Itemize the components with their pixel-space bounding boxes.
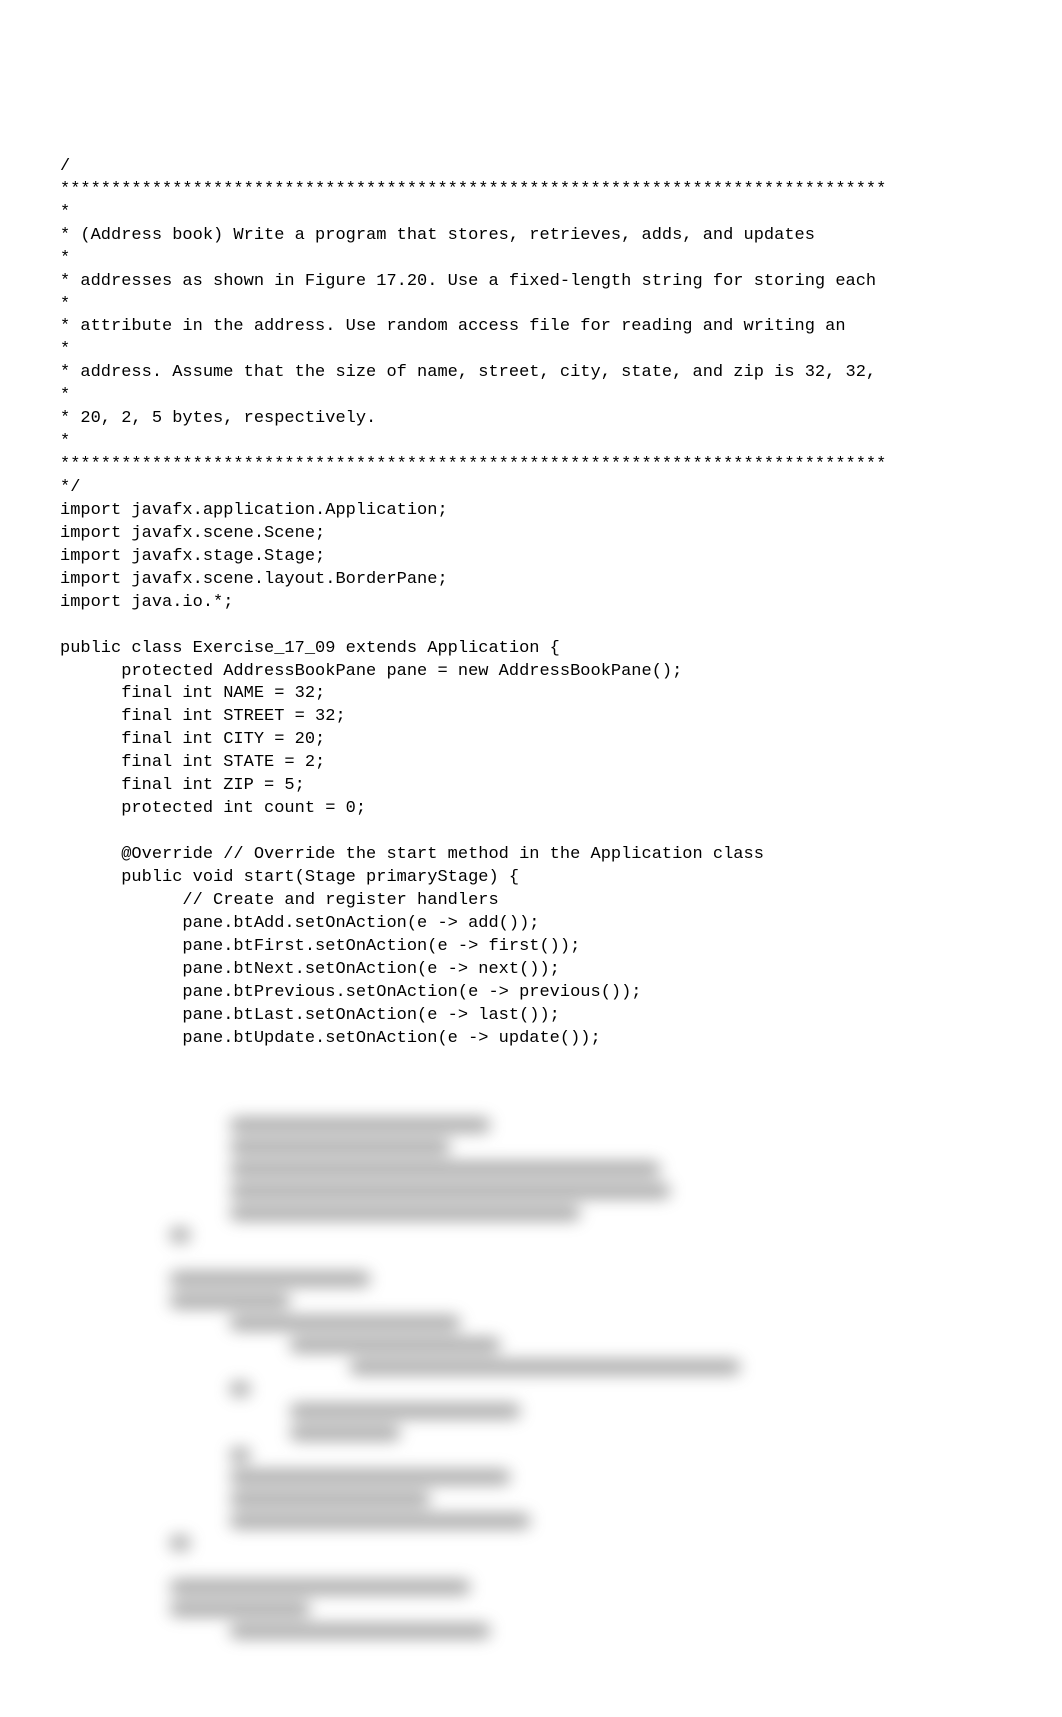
blurred-line — [60, 1612, 1002, 1634]
blurred-line — [60, 1568, 1002, 1590]
code-line: * — [60, 248, 1002, 271]
code-line: * address. Assume that the size of name,… — [60, 362, 1002, 385]
code-line: final int CITY = 20; — [60, 729, 1002, 752]
code-line: // Create and register handlers — [60, 890, 1002, 913]
blurred-line — [60, 1282, 1002, 1304]
code-line: @Override // Override the start method i… — [60, 844, 1002, 867]
code-line: import javafx.application.Application; — [60, 500, 1002, 523]
code-block: /***************************************… — [60, 156, 1002, 1051]
code-line: * — [60, 431, 1002, 454]
code-line: protected AddressBookPane pane = new Add… — [60, 661, 1002, 684]
code-line: * (Address book) Write a program that st… — [60, 225, 1002, 248]
blurred-line — [60, 1524, 1002, 1546]
blurred-line — [60, 1546, 1002, 1568]
code-line: ****************************************… — [60, 454, 1002, 477]
blurred-line — [60, 1172, 1002, 1194]
blurred-line — [60, 1370, 1002, 1392]
blurred-line — [60, 1458, 1002, 1480]
code-line: pane.btNext.setOnAction(e -> next()); — [60, 959, 1002, 982]
code-line: pane.btPrevious.setOnAction(e -> previou… — [60, 982, 1002, 1005]
code-line: * addresses as shown in Figure 17.20. Us… — [60, 271, 1002, 294]
code-line — [60, 821, 1002, 844]
blurred-line — [60, 1128, 1002, 1150]
code-line: pane.btUpdate.setOnAction(e -> update())… — [60, 1028, 1002, 1051]
code-line: final int ZIP = 5; — [60, 775, 1002, 798]
code-line: * — [60, 339, 1002, 362]
code-line: public void start(Stage primaryStage) { — [60, 867, 1002, 890]
document-page: /***************************************… — [0, 0, 1062, 1717]
code-line: * attribute in the address. Use random a… — [60, 316, 1002, 339]
blurred-line — [60, 1260, 1002, 1282]
code-line: ****************************************… — [60, 179, 1002, 202]
blurred-line — [60, 1194, 1002, 1216]
blurred-line — [60, 1414, 1002, 1436]
code-line: import javafx.scene.layout.BorderPane; — [60, 569, 1002, 592]
code-line: import javafx.stage.Stage; — [60, 546, 1002, 569]
blurred-line — [60, 1150, 1002, 1172]
blurred-preview-region — [60, 1106, 1002, 1634]
code-line: * — [60, 385, 1002, 408]
code-line: * — [60, 294, 1002, 317]
code-line: final int STATE = 2; — [60, 752, 1002, 775]
blurred-line — [60, 1436, 1002, 1458]
code-line: */ — [60, 477, 1002, 500]
code-line: * — [60, 202, 1002, 225]
blurred-line — [60, 1304, 1002, 1326]
code-line: import java.io.*; — [60, 592, 1002, 615]
code-line: import javafx.scene.Scene; — [60, 523, 1002, 546]
code-line: / — [60, 156, 1002, 179]
blurred-line — [60, 1590, 1002, 1612]
code-line: final int NAME = 32; — [60, 683, 1002, 706]
blurred-line — [60, 1348, 1002, 1370]
code-line: * 20, 2, 5 bytes, respectively. — [60, 408, 1002, 431]
code-line — [60, 615, 1002, 638]
blurred-line — [60, 1480, 1002, 1502]
code-line: public class Exercise_17_09 extends Appl… — [60, 638, 1002, 661]
blurred-line — [60, 1106, 1002, 1128]
code-line: pane.btLast.setOnAction(e -> last()); — [60, 1005, 1002, 1028]
blurred-line — [60, 1392, 1002, 1414]
code-line: pane.btAdd.setOnAction(e -> add()); — [60, 913, 1002, 936]
blurred-line — [60, 1326, 1002, 1348]
code-line: final int STREET = 32; — [60, 706, 1002, 729]
blurred-line — [60, 1216, 1002, 1238]
blurred-line — [60, 1238, 1002, 1260]
code-line: pane.btFirst.setOnAction(e -> first()); — [60, 936, 1002, 959]
code-line: protected int count = 0; — [60, 798, 1002, 821]
blurred-line — [60, 1502, 1002, 1524]
